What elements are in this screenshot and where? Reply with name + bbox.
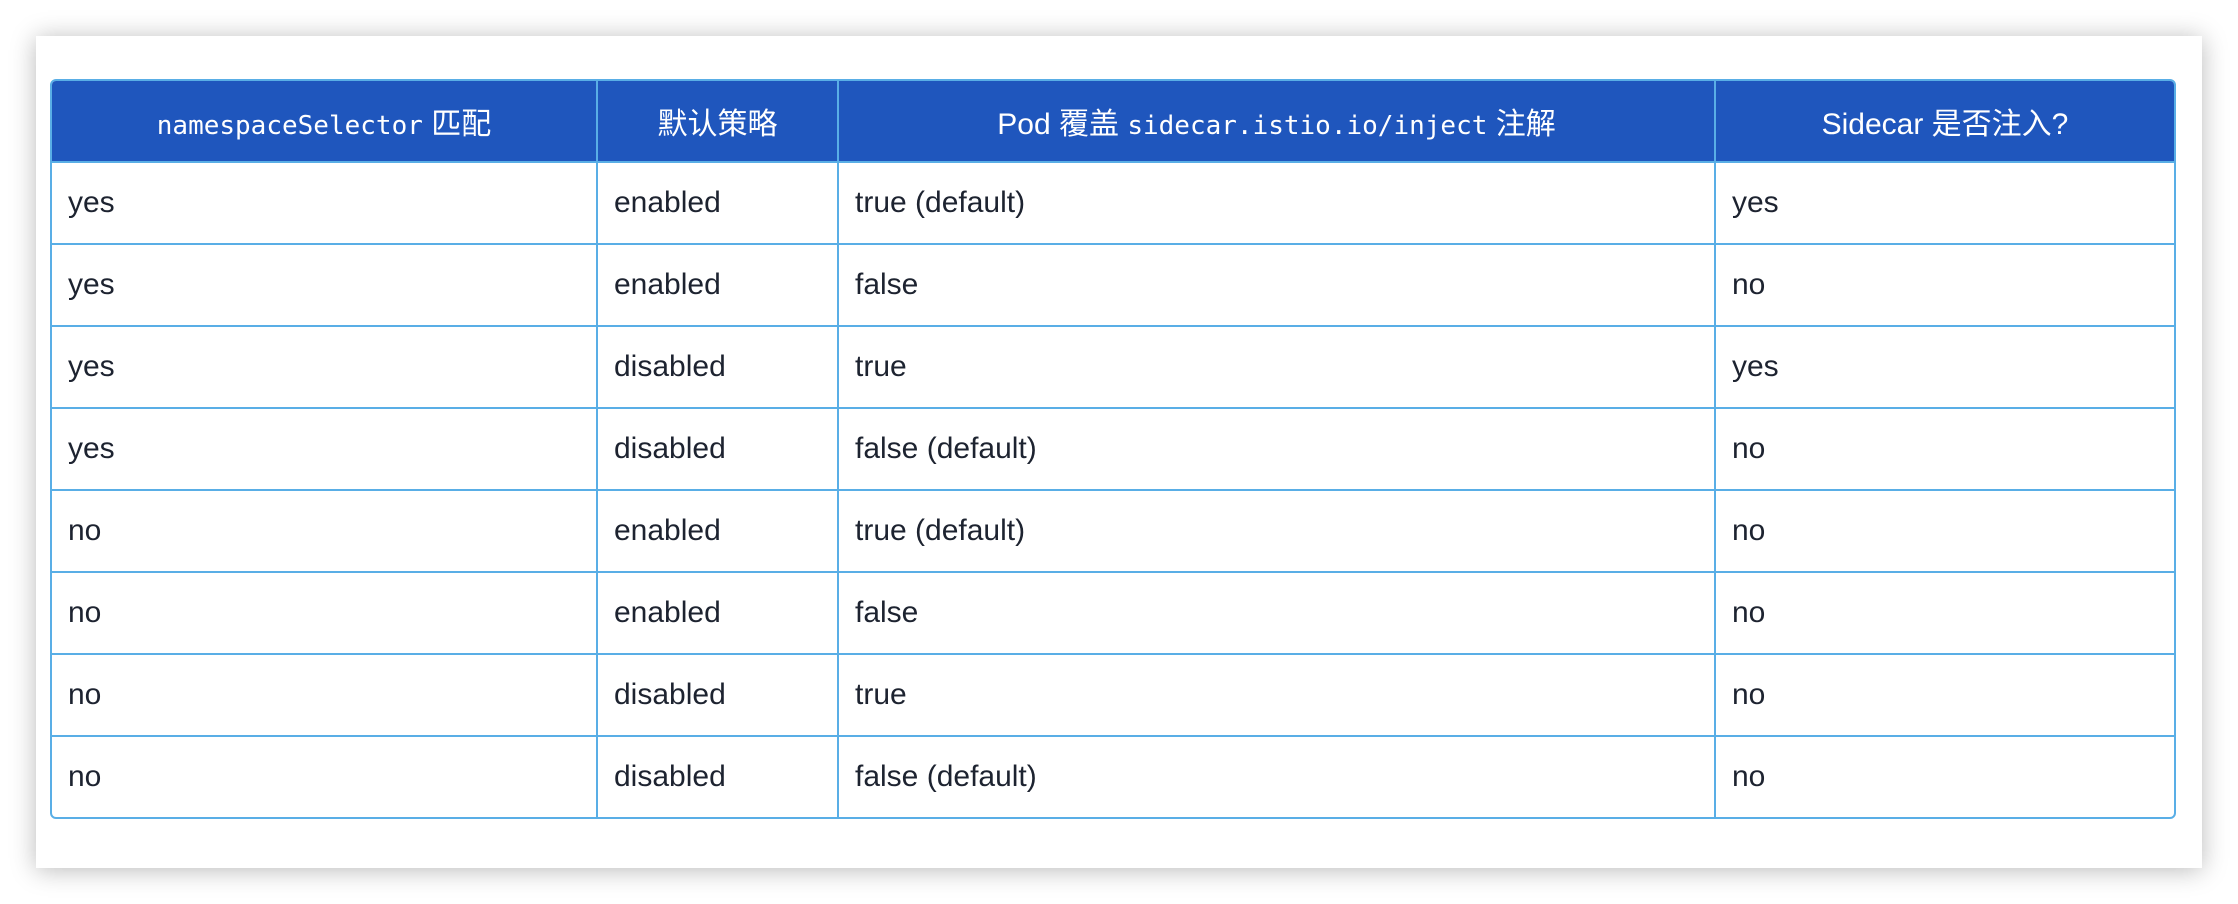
header-pod-override-suffix: 注解 <box>1487 108 1556 141</box>
table-row: no disabled true no <box>52 655 2174 737</box>
header-default-policy-text: 默认策略 <box>657 108 778 141</box>
cell-namespace-match: yes <box>52 163 598 245</box>
header-sidecar-injected-text: Sidecar 是否注入? <box>1821 108 2069 141</box>
header-sidecar-injected: Sidecar 是否注入? <box>1716 81 2174 163</box>
cell-pod-override: false <box>839 245 1716 327</box>
header-pod-override-code: sidecar.istio.io/inject <box>1127 111 1488 141</box>
cell-sidecar-injected: no <box>1716 245 2174 327</box>
cell-sidecar-injected: yes <box>1716 327 2174 409</box>
table-header-row: namespaceSelector 匹配 默认策略 Pod 覆盖 sidecar… <box>52 81 2174 163</box>
content-card: namespaceSelector 匹配 默认策略 Pod 覆盖 sidecar… <box>36 36 2202 868</box>
cell-sidecar-injected: no <box>1732 760 1766 793</box>
cell-namespace-match: no <box>52 491 598 573</box>
cell-default-policy: disabled <box>598 409 839 491</box>
header-pod-override-annotation: Pod 覆盖 sidecar.istio.io/inject 注解 <box>839 81 1716 163</box>
cell-pod-override: true (default) <box>839 491 1716 573</box>
cell-sidecar-injected: no <box>1716 409 2174 491</box>
cell-pod-override: false (default) <box>839 409 1716 491</box>
cell-pod-override: false <box>839 573 1716 655</box>
cell-namespace-match: no <box>52 573 598 655</box>
cell-sidecar-injected: yes <box>1716 163 2174 245</box>
cell-default-policy: enabled <box>598 163 839 245</box>
cell-pod-override: true (default) <box>839 163 1716 245</box>
cell-default-policy: enabled <box>598 573 839 655</box>
cell-namespace-match: no <box>52 655 598 737</box>
injection-policy-table: namespaceSelector 匹配 默认策略 Pod 覆盖 sidecar… <box>50 79 2176 819</box>
header-namespace-selector-code: namespaceSelector <box>156 111 423 141</box>
table-row: yes enabled false no <box>52 245 2174 327</box>
cell-pod-override: true <box>839 655 1716 737</box>
header-namespace-selector-match: namespaceSelector 匹配 <box>52 81 598 163</box>
cell-sidecar-injected: no <box>1716 655 2174 737</box>
table-row: yes enabled true (default) yes <box>52 163 2174 245</box>
cell-namespace-match: yes <box>52 245 598 327</box>
cell-default-policy: enabled <box>598 491 839 573</box>
header-default-policy: 默认策略 <box>598 81 839 163</box>
table-row: yes disabled false (default) no <box>52 409 2174 491</box>
cell-pod-override: true <box>839 327 1716 409</box>
cell-namespace-match: yes <box>52 409 598 491</box>
cell-namespace-match: no <box>52 737 598 817</box>
table-row: yes disabled true yes <box>52 327 2174 409</box>
cell-default-policy: enabled <box>598 245 839 327</box>
table-row: no disabled false (default) no <box>52 737 2174 817</box>
table-row: no enabled true (default) no <box>52 491 2174 573</box>
cell-default-policy: disabled <box>598 737 839 817</box>
header-namespace-selector-text: 匹配 <box>422 108 492 141</box>
cell-pod-override: false (default) <box>839 737 1716 817</box>
cell-default-policy: disabled <box>598 655 839 737</box>
cell-namespace-match: yes <box>52 327 598 409</box>
cell-sidecar-injected: no <box>1716 491 2174 573</box>
cell-default-policy: disabled <box>598 327 839 409</box>
table-row: no enabled false no <box>52 573 2174 655</box>
cell-sidecar-injected: no <box>1716 573 2174 655</box>
header-pod-override-prefix: Pod 覆盖 <box>997 108 1128 141</box>
